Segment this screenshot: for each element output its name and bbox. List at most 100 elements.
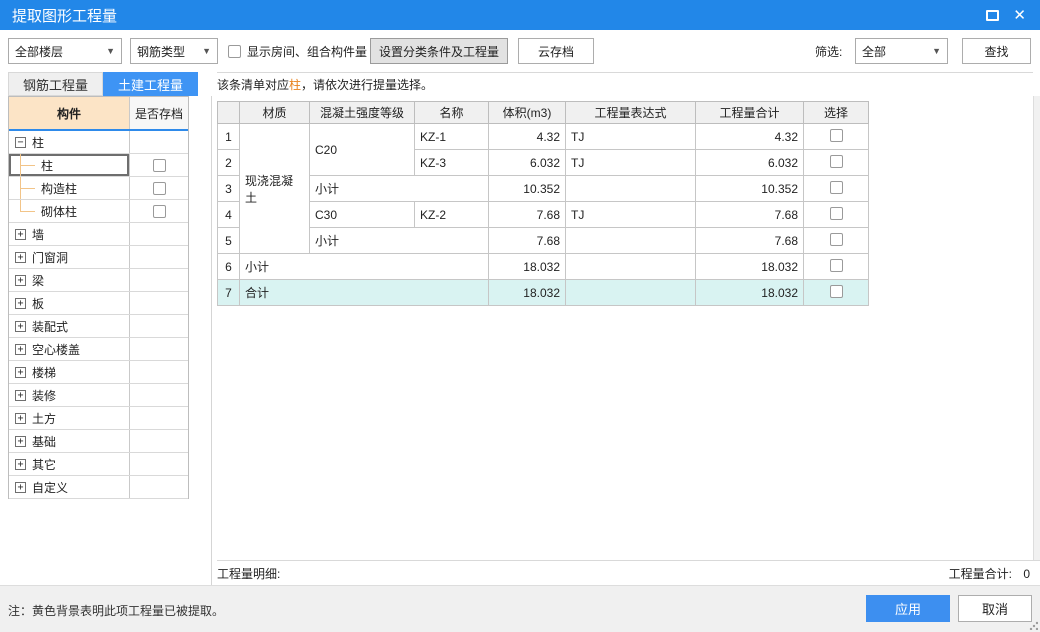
table-cell: 4.32 — [695, 123, 804, 150]
expand-icon[interactable]: + — [15, 320, 26, 332]
quantity-detail-bar: 工程量明细: 工程量合计: 0 — [217, 560, 1040, 585]
tree-item[interactable]: + 装修 — [9, 384, 188, 407]
tree-item[interactable]: + 楼梯 — [9, 361, 188, 384]
tree-item[interactable]: + 土方 — [9, 407, 188, 430]
tab-civil-quantity[interactable]: 土建工程量 — [103, 72, 198, 96]
archive-checkbox[interactable] — [152, 181, 166, 195]
tree-item-label: 空心楼盖 — [32, 342, 81, 357]
expand-icon[interactable]: + — [15, 458, 26, 470]
row-select-checkbox[interactable] — [829, 284, 843, 298]
tree-item[interactable]: + 装配式 — [9, 315, 188, 338]
expand-icon[interactable]: + — [15, 435, 26, 447]
tree-item-component-cell[interactable]: + 基础 — [9, 430, 130, 452]
tree-item[interactable]: 砌体柱 — [9, 200, 188, 223]
tree-item-archive-cell — [130, 315, 188, 337]
tree-item[interactable]: + 空心楼盖 — [9, 338, 188, 361]
expand-icon[interactable]: + — [15, 251, 26, 263]
table-cell: 7.68 — [695, 201, 804, 228]
table-cell — [565, 279, 696, 306]
tree-item[interactable]: − 柱 — [9, 131, 188, 154]
chevron-down-icon: ▼ — [932, 46, 941, 56]
tree-item-label: 楼梯 — [32, 365, 57, 380]
row-select-checkbox[interactable] — [829, 180, 843, 194]
expand-icon[interactable]: + — [15, 366, 26, 378]
apply-button[interactable]: 应用 — [866, 595, 950, 622]
rebar-type-dropdown-value: 钢筋类型 — [137, 44, 186, 59]
tree-item-component-cell[interactable]: + 门窗洞 — [9, 246, 130, 268]
table-row: 5 小计 7.68 7.68 — [217, 227, 869, 254]
table-cell: TJ — [565, 201, 696, 228]
rebar-type-dropdown[interactable]: 钢筋类型 ▼ — [130, 38, 218, 64]
expand-icon[interactable]: + — [15, 412, 26, 424]
table-cell: 18.032 — [695, 253, 804, 280]
tree-item[interactable]: + 板 — [9, 292, 188, 315]
tree-item-component-cell[interactable]: 构造柱 — [9, 177, 130, 199]
tree-item-component-cell[interactable]: + 墙 — [9, 223, 130, 245]
cancel-button[interactable]: 取消 — [958, 595, 1032, 622]
row-select-checkbox[interactable] — [829, 232, 843, 246]
tree-item-component-cell[interactable]: + 装配式 — [9, 315, 130, 337]
tree-item-archive-cell — [130, 453, 188, 475]
table-cell: C20 — [309, 123, 415, 176]
tree-item[interactable]: 构造柱 — [9, 177, 188, 200]
tree-item-component-cell[interactable]: + 楼梯 — [9, 361, 130, 383]
tree-item-component-cell[interactable]: + 装修 — [9, 384, 130, 406]
row-select-checkbox[interactable] — [829, 128, 843, 142]
expand-icon[interactable]: + — [15, 481, 26, 493]
tree-item-archive-cell — [130, 430, 188, 452]
tree-item-label: 构造柱 — [41, 181, 78, 196]
show-rooms-checkbox[interactable] — [228, 44, 241, 58]
tree-item[interactable]: + 其它 — [9, 453, 188, 476]
expand-icon[interactable]: + — [15, 228, 26, 240]
apply-button-label: 应用 — [894, 602, 921, 617]
tree-item-component-cell[interactable]: 柱 — [9, 154, 130, 176]
archive-checkbox[interactable] — [152, 158, 166, 172]
tree-item[interactable]: + 梁 — [9, 269, 188, 292]
tree-item[interactable]: + 基础 — [9, 430, 188, 453]
resize-grip-icon[interactable] — [1029, 621, 1038, 630]
show-rooms-checkbox-group[interactable]: 显示房间、组合构件量 — [228, 38, 367, 64]
tree-item-archive-cell — [130, 177, 188, 199]
maximize-icon[interactable] — [986, 9, 1000, 21]
row-select-cell — [803, 149, 869, 176]
expand-icon[interactable]: + — [15, 343, 26, 355]
tree-item[interactable]: + 墙 — [9, 223, 188, 246]
tree-item-component-cell[interactable]: + 梁 — [9, 269, 130, 291]
col-header-material: 材质 — [239, 101, 310, 124]
search-button[interactable]: 查找 — [962, 38, 1031, 64]
tree-item-label: 墙 — [32, 227, 45, 242]
expand-icon[interactable]: + — [15, 297, 26, 309]
cloud-archive-button[interactable]: 云存档 — [518, 38, 594, 64]
collapse-icon[interactable]: − — [15, 136, 26, 148]
tab-rebar-quantity[interactable]: 钢筋工程量 — [8, 72, 103, 96]
expand-icon[interactable]: + — [15, 274, 26, 286]
tree-item-component-cell[interactable]: + 空心楼盖 — [9, 338, 130, 360]
table-cell — [565, 253, 696, 280]
table-cell: 6.032 — [695, 149, 804, 176]
row-select-checkbox[interactable] — [829, 154, 843, 168]
tree-item-component-cell[interactable]: 砌体柱 — [9, 200, 130, 222]
table-cell: 10.352 — [488, 175, 566, 202]
tree-item-component-cell[interactable]: + 自定义 — [9, 476, 130, 498]
floor-dropdown-value: 全部楼层 — [15, 44, 64, 59]
archive-checkbox[interactable] — [152, 204, 166, 218]
expand-icon[interactable]: + — [15, 389, 26, 401]
vertical-scrollbar[interactable] — [1033, 96, 1040, 560]
close-icon[interactable]: ✕ — [1013, 8, 1026, 23]
tree-header-archived: 是否存档 — [130, 97, 188, 129]
tree-item-component-cell[interactable]: − 柱 — [9, 131, 130, 153]
tree-item-component-cell[interactable]: + 土方 — [9, 407, 130, 429]
floor-dropdown[interactable]: 全部楼层 ▼ — [8, 38, 122, 64]
row-select-checkbox[interactable] — [829, 258, 843, 272]
table-cell: C30 — [309, 201, 415, 228]
tree-item-component-cell[interactable]: + 板 — [9, 292, 130, 314]
row-select-checkbox[interactable] — [829, 206, 843, 220]
tree-item[interactable]: + 自定义 — [9, 476, 188, 499]
tree-item[interactable]: + 门窗洞 — [9, 246, 188, 269]
table-cell: 18.032 — [488, 253, 566, 280]
col-header-total: 工程量合计 — [695, 101, 804, 124]
tree-item-component-cell[interactable]: + 其它 — [9, 453, 130, 475]
filter-dropdown[interactable]: 全部 ▼ — [855, 38, 948, 64]
setup-conditions-button[interactable]: 设置分类条件及工程量 — [370, 38, 508, 64]
tree-item[interactable]: 柱 — [9, 154, 188, 177]
